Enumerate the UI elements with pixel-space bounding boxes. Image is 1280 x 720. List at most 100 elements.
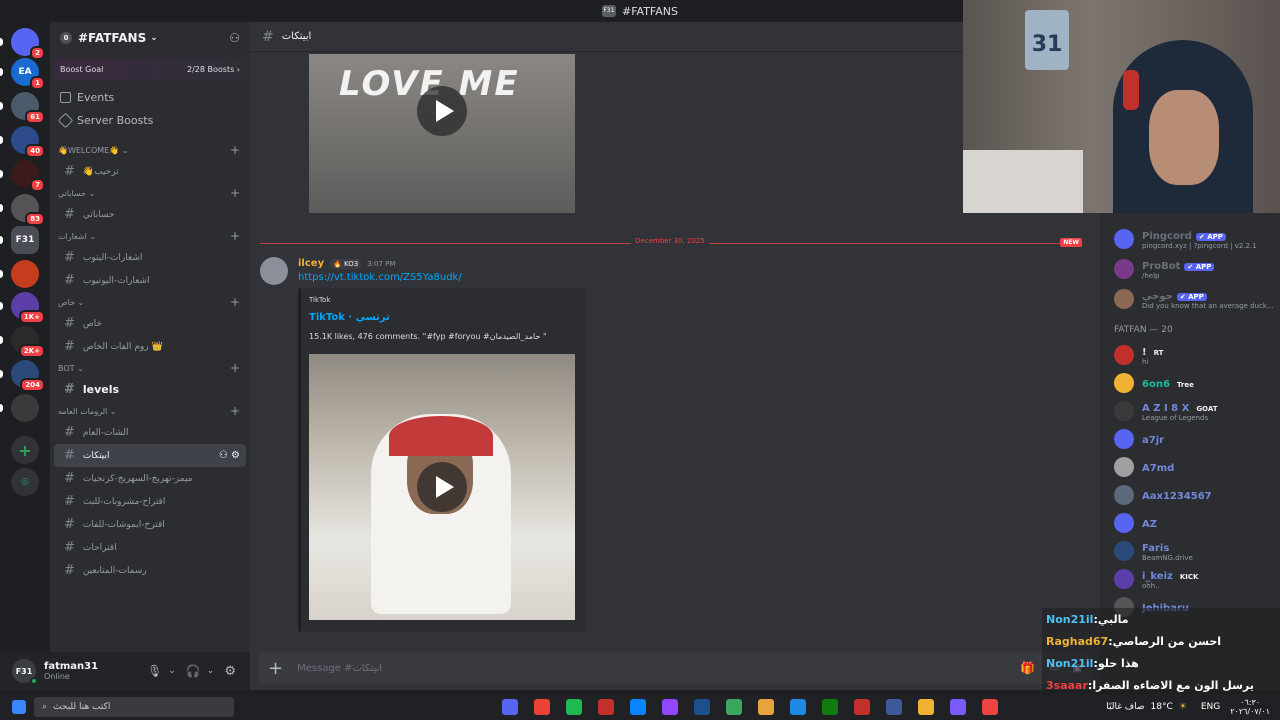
member-item[interactable]: 6on6 Tree	[1114, 370, 1197, 396]
server-icon[interactable]: 2	[11, 28, 45, 60]
play-icon[interactable]	[417, 86, 467, 136]
add-channel-icon[interactable]: +	[230, 143, 240, 157]
channel-item[interactable]: # اشعارات-اليتوب	[54, 246, 246, 269]
member-item[interactable]: AZ	[1114, 510, 1157, 536]
member-item[interactable]: A Z I 8 X GOAT League of Legends	[1114, 398, 1220, 424]
taskbar-app-icon[interactable]	[886, 699, 902, 715]
member-item[interactable]: ! RT hi	[1114, 342, 1166, 368]
server-icon[interactable]: EA 1	[11, 58, 45, 90]
add-attachment-icon[interactable]: +	[268, 658, 283, 679]
channel-item[interactable]: # اقتراحات	[54, 536, 246, 559]
member-item[interactable]: a7jr	[1114, 426, 1164, 452]
chevron-down-icon[interactable]: ⌄	[207, 666, 215, 676]
channel-category[interactable]: حساباتي ⌄ +	[50, 183, 250, 203]
channel-item[interactable]: # ابيتكات ⚇ ⚙	[54, 444, 246, 467]
add-channel-icon[interactable]: +	[230, 361, 240, 375]
add-channel-icon[interactable]: +	[230, 295, 240, 309]
gear-icon[interactable]: ⚙	[224, 664, 236, 679]
channel-item[interactable]: # رسمات-المتابعين	[54, 559, 246, 582]
server-icon[interactable]	[11, 260, 39, 288]
add-member-icon[interactable]: ⚇	[229, 31, 240, 45]
message-composer[interactable]: + Message #ابيتكات 🎁 ▭ ▣	[258, 652, 1092, 684]
channel-item[interactable]: # الشات-العام	[54, 421, 246, 444]
server-icon[interactable]: F31	[11, 226, 39, 254]
server-boost-icon: 0	[60, 32, 72, 44]
channel-item[interactable]: # اشعارات-اليوتيوب	[54, 269, 246, 292]
member-item[interactable]: جوحي ✔ APP Did you know that an average du…	[1114, 286, 1274, 312]
server-icon[interactable]: 2K+	[11, 326, 45, 358]
taskbar-app-icon[interactable]	[758, 699, 774, 715]
add-server-icon[interactable]: +	[11, 436, 39, 464]
taskbar-app-icon[interactable]	[822, 699, 838, 715]
taskbar-app-icon[interactable]	[598, 699, 614, 715]
server-icon-label: F31	[15, 235, 35, 245]
member-item[interactable]: Pingcord ✔ APP pingcord.xyz | ?pingcord | …	[1114, 226, 1257, 252]
channel-settings-icon[interactable]: ⚇ ⚙	[219, 450, 240, 461]
server-header[interactable]: 0 #FATFANS ⌄ ⚇	[50, 22, 250, 54]
avatar[interactable]: F31	[12, 659, 38, 685]
taskbar-app-icon[interactable]	[662, 699, 678, 715]
discover-icon[interactable]: ◎	[11, 468, 39, 496]
tiktok-video[interactable]	[309, 354, 575, 620]
gift-icon[interactable]: 🎁	[1020, 661, 1035, 675]
member-item[interactable]: i_keiz KICK ohh..	[1114, 566, 1201, 592]
channel-category[interactable]: اشعارات ⌄ +	[50, 226, 250, 246]
channel-item[interactable]: # ميمز-تهريج-السهريج-كرنجيات	[54, 467, 246, 490]
server-icon[interactable]: 40	[11, 126, 45, 158]
top-video-embed[interactable]: LOVE ME	[309, 54, 575, 213]
server-icon[interactable]	[11, 394, 39, 422]
taskbar-app-icon[interactable]	[630, 699, 646, 715]
play-icon[interactable]	[417, 462, 467, 512]
boost-goal-bar[interactable]: Boost Goal 2/28 Boosts ›	[54, 58, 246, 80]
channel-category[interactable]: خاص ⌄ +	[50, 292, 250, 312]
add-channel-icon[interactable]: +	[230, 404, 240, 418]
taskbar-app-icon[interactable]	[982, 699, 998, 715]
add-channel-icon[interactable]: +	[230, 186, 240, 200]
microphone-icon[interactable]: 🎙	[147, 664, 162, 678]
channel-item[interactable]: # levels	[54, 378, 246, 401]
clock[interactable]: ٠٦:٣٠ ٢٠٢٦/٠٧/٠١	[1230, 698, 1270, 716]
channel-item[interactable]: # اقترح-ايموشات-للفات	[54, 513, 246, 536]
channel-item[interactable]: # خاص	[54, 312, 246, 335]
channel-category[interactable]: 👋WELCOME👋 ⌄ +	[50, 140, 250, 160]
taskbar-app-icon[interactable]	[534, 699, 550, 715]
channel-item[interactable]: # روم الفات الخاص 👑	[54, 335, 246, 358]
taskbar-app-icon[interactable]	[918, 699, 934, 715]
message-input[interactable]: Message #ابيتكات	[297, 663, 382, 674]
server-icon[interactable]: 204	[11, 360, 45, 392]
start-icon[interactable]	[12, 700, 26, 714]
taskbar-app-icon[interactable]	[694, 699, 710, 715]
avatar[interactable]	[260, 257, 288, 285]
member-item[interactable]: Aax1234567	[1114, 482, 1212, 508]
taskbar-app-icon[interactable]	[566, 699, 582, 715]
channel-item[interactable]: # 👋ترحيب	[54, 160, 246, 183]
channel-item[interactable]: # حساباتي	[54, 203, 246, 226]
search-box[interactable]: ⌕ اكتب هنا للبحث	[34, 697, 234, 717]
server-icon[interactable]: 83	[11, 194, 45, 226]
message-link[interactable]: https://vt.tiktok.com/ZS5Ya8udk/	[298, 272, 462, 283]
taskbar-app-icon[interactable]	[790, 699, 806, 715]
taskbar-app-icon[interactable]	[854, 699, 870, 715]
server-icon[interactable]: 1K+	[11, 292, 45, 324]
headphones-icon[interactable]: 🎧	[186, 664, 201, 678]
server-icon[interactable]: 61	[11, 92, 45, 124]
taskbar-app-icon[interactable]	[502, 699, 518, 715]
member-item[interactable]: ProBot ✔ APP/help	[1114, 256, 1215, 282]
embed-title[interactable]: TikTok · ترتسي	[309, 312, 390, 323]
member-item[interactable]: A7md	[1114, 454, 1174, 480]
channel-category[interactable]: BOT ⌄ +	[50, 358, 250, 378]
taskbar-app-icon[interactable]	[726, 699, 742, 715]
channel-item[interactable]: # اقتراح-مشروبات-للبث	[54, 490, 246, 513]
member-item[interactable]: Faris BeamNG.drive	[1114, 538, 1193, 564]
channel-category[interactable]: الرومات العامه ⌄ +	[50, 401, 250, 421]
hash-icon: #	[64, 517, 75, 532]
nav-events[interactable]: Events	[50, 86, 250, 109]
weather-icon[interactable]: ☀	[1179, 702, 1187, 712]
chevron-down-icon[interactable]: ⌄	[168, 666, 176, 676]
nav-server-boosts[interactable]: Server Boosts	[50, 109, 250, 132]
lang-indicator[interactable]: ENG	[1201, 702, 1220, 712]
taskbar-app-icon[interactable]	[950, 699, 966, 715]
add-channel-icon[interactable]: +	[230, 229, 240, 243]
server-icon[interactable]: 7	[11, 160, 45, 192]
message-author[interactable]: ilcey	[298, 258, 324, 269]
